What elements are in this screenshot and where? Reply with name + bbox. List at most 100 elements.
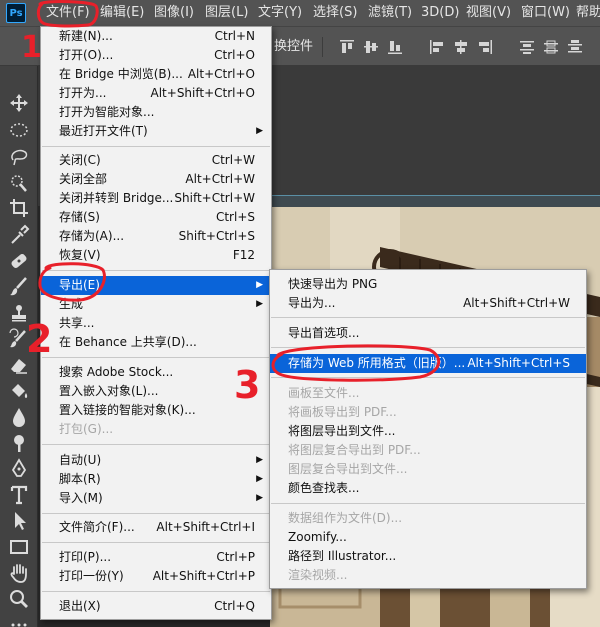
file-generate[interactable]: 生成 ▶ xyxy=(41,295,271,314)
pen-tool-icon[interactable] xyxy=(7,458,31,480)
eyedropper-tool-icon[interactable] xyxy=(7,224,31,246)
file-save-as[interactable]: 存储为(A)... Shift+Ctrl+S xyxy=(41,227,271,246)
brush-tool-icon[interactable] xyxy=(7,276,31,298)
file-close-all[interactable]: 关闭全部 Alt+Ctrl+W xyxy=(41,170,271,189)
crop-tool-icon[interactable] xyxy=(7,197,31,219)
file-export[interactable]: 导出(E) ▶ xyxy=(41,276,271,295)
file-place-linked[interactable]: 置入链接的智能对象(K)... xyxy=(41,401,271,420)
file-open-recent[interactable]: 最近打开文件(T) ▶ xyxy=(41,122,271,141)
export-artboards-to-files: 画板至文件... xyxy=(288,386,360,400)
menu-3d[interactable]: 3D(D) xyxy=(421,0,459,26)
file-open-as[interactable]: 打开为... Alt+Shift+Ctrl+O xyxy=(41,84,271,103)
menu-separator xyxy=(42,513,270,514)
file-scripts[interactable]: 脚本(R) ▶ xyxy=(41,470,271,489)
align-top-edges-icon[interactable] xyxy=(338,38,356,56)
show-transform-controls-label[interactable]: 换控件 xyxy=(274,27,313,67)
export-layer-comps-to-pdf: 将图层复合导出到 PDF... xyxy=(288,443,421,457)
more-tools-icon[interactable] xyxy=(7,614,31,627)
file-browse-in-bridge[interactable]: 在 Bridge 中浏览(B)... Alt+Ctrl+O xyxy=(41,65,271,84)
file-automate[interactable]: 自动(U) ▶ xyxy=(41,451,271,470)
file-revert[interactable]: 恢复(V) F12 xyxy=(41,246,271,265)
menu-type[interactable]: 文字(Y) xyxy=(258,0,302,26)
file-print-one-copy[interactable]: 打印一份(Y) Alt+Shift+Ctrl+P xyxy=(41,567,271,586)
distribute-top-icon[interactable] xyxy=(518,38,536,56)
align-right-edges-icon[interactable] xyxy=(476,38,494,56)
export-quick-png[interactable]: 快速导出为 PNG xyxy=(270,275,586,294)
file-place-embedded[interactable]: 置入嵌入对象(L)... xyxy=(41,382,271,401)
align-left-edges-icon[interactable] xyxy=(428,38,446,56)
menu-separator xyxy=(42,542,270,543)
submenu-arrow-icon: ▶ xyxy=(256,299,263,309)
export-layers-to-files[interactable]: 将图层导出到文件... xyxy=(270,422,586,441)
move-tool-icon[interactable] xyxy=(7,92,31,114)
export-save-for-web-legacy[interactable]: 存储为 Web 所用格式（旧版）... Alt+Shift+Ctrl+S xyxy=(270,354,586,373)
menu-view[interactable]: 视图(V) xyxy=(466,0,511,26)
export-submenu: 快速导出为 PNG 导出为... Alt+Shift+Ctrl+W 导出首选项..… xyxy=(269,269,587,589)
align-vertical-centers-icon[interactable] xyxy=(362,38,380,56)
options-separator xyxy=(322,37,323,57)
file-share-on-behance[interactable]: 在 Behance 上共享(D)... xyxy=(41,333,271,352)
eraser-tool-icon[interactable] xyxy=(7,354,31,376)
marquee-tool-icon[interactable] xyxy=(7,119,31,141)
file-package: 打包(G)... xyxy=(59,422,114,436)
rectangle-tool-icon[interactable] xyxy=(7,536,31,558)
menu-separator xyxy=(42,357,270,358)
file-import[interactable]: 导入(M) ▶ xyxy=(41,489,271,508)
export-paths-to-illustrator[interactable]: 路径到 Illustrator... xyxy=(270,547,586,566)
file-close-and-go-to-bridge[interactable]: 关闭并转到 Bridge... Shift+Ctrl+W xyxy=(41,189,271,208)
dodge-tool-icon[interactable] xyxy=(7,432,31,454)
submenu-arrow-icon: ▶ xyxy=(256,455,263,465)
align-horizontal-centers-icon[interactable] xyxy=(452,38,470,56)
type-tool-icon[interactable] xyxy=(7,484,31,506)
history-brush-tool-icon[interactable] xyxy=(7,328,31,350)
file-info[interactable]: 文件简介(F)... Alt+Shift+Ctrl+I xyxy=(41,518,271,537)
file-print[interactable]: 打印(P)... Ctrl+P xyxy=(41,548,271,567)
lasso-tool-icon[interactable] xyxy=(7,146,31,168)
menu-bar: Ps 文件(F) 编辑(E) 图像(I) 图层(L) 文字(Y) 选择(S) 滤… xyxy=(0,0,600,26)
menu-separator xyxy=(42,444,270,445)
menu-separator xyxy=(271,503,585,504)
menu-layer[interactable]: 图层(L) xyxy=(205,0,248,26)
export-data-sets-as-files: 数据组作为文件(D)... xyxy=(288,511,403,525)
submenu-arrow-icon: ▶ xyxy=(256,474,263,484)
submenu-arrow-icon: ▶ xyxy=(256,493,263,503)
menu-image[interactable]: 图像(I) xyxy=(154,0,194,26)
distribute-vertical-centers-icon[interactable] xyxy=(542,38,560,56)
menu-separator xyxy=(42,270,270,271)
file-menu: 新建(N)... Ctrl+N 打开(O)... Ctrl+O 在 Bridge 中… xyxy=(40,26,272,620)
export-preferences[interactable]: 导出首选项... xyxy=(270,324,586,343)
file-share[interactable]: 共享... xyxy=(41,314,271,333)
export-as[interactable]: 导出为... Alt+Shift+Ctrl+W xyxy=(270,294,586,313)
clone-stamp-tool-icon[interactable] xyxy=(7,302,31,324)
file-open-as-smart-object[interactable]: 打开为智能对象... xyxy=(41,103,271,122)
menu-separator xyxy=(42,146,270,147)
export-zoomify[interactable]: Zoomify... xyxy=(270,528,586,547)
paint-bucket-tool-icon[interactable] xyxy=(7,380,31,402)
menu-help[interactable]: 帮助 xyxy=(576,0,600,26)
file-new[interactable]: 新建(N)... Ctrl+N xyxy=(41,27,271,46)
tools-panel xyxy=(0,66,38,627)
file-close[interactable]: 关闭(C) Ctrl+W xyxy=(41,151,271,170)
quick-selection-tool-icon[interactable] xyxy=(7,172,31,194)
path-selection-tool-icon[interactable] xyxy=(7,510,31,532)
align-bottom-edges-icon[interactable] xyxy=(386,38,404,56)
blur-tool-icon[interactable] xyxy=(7,406,31,428)
file-exit[interactable]: 退出(X) Ctrl+Q xyxy=(41,597,271,616)
file-search-adobe-stock[interactable]: 搜索 Adobe Stock... xyxy=(41,363,271,382)
file-save[interactable]: 存储(S) Ctrl+S xyxy=(41,208,271,227)
healing-brush-tool-icon[interactable] xyxy=(7,250,31,272)
menu-select[interactable]: 选择(S) xyxy=(313,0,357,26)
export-layer-comps-to-files: 图层复合导出到文件... xyxy=(288,462,408,476)
distribute-bottom-icon[interactable] xyxy=(566,38,584,56)
menu-filter[interactable]: 滤镜(T) xyxy=(368,0,412,26)
zoom-tool-icon[interactable] xyxy=(7,588,31,610)
submenu-arrow-icon: ▶ xyxy=(256,126,263,136)
file-open[interactable]: 打开(O)... Ctrl+O xyxy=(41,46,271,65)
document-tab-bar[interactable] xyxy=(270,195,600,207)
menu-separator xyxy=(42,591,270,592)
menu-file[interactable]: 文件(F) xyxy=(46,0,90,26)
hand-tool-icon[interactable] xyxy=(7,562,31,584)
menu-window[interactable]: 窗口(W) xyxy=(521,0,570,26)
export-color-lookup-tables[interactable]: 颜色查找表... xyxy=(270,479,586,498)
menu-edit[interactable]: 编辑(E) xyxy=(100,0,144,26)
